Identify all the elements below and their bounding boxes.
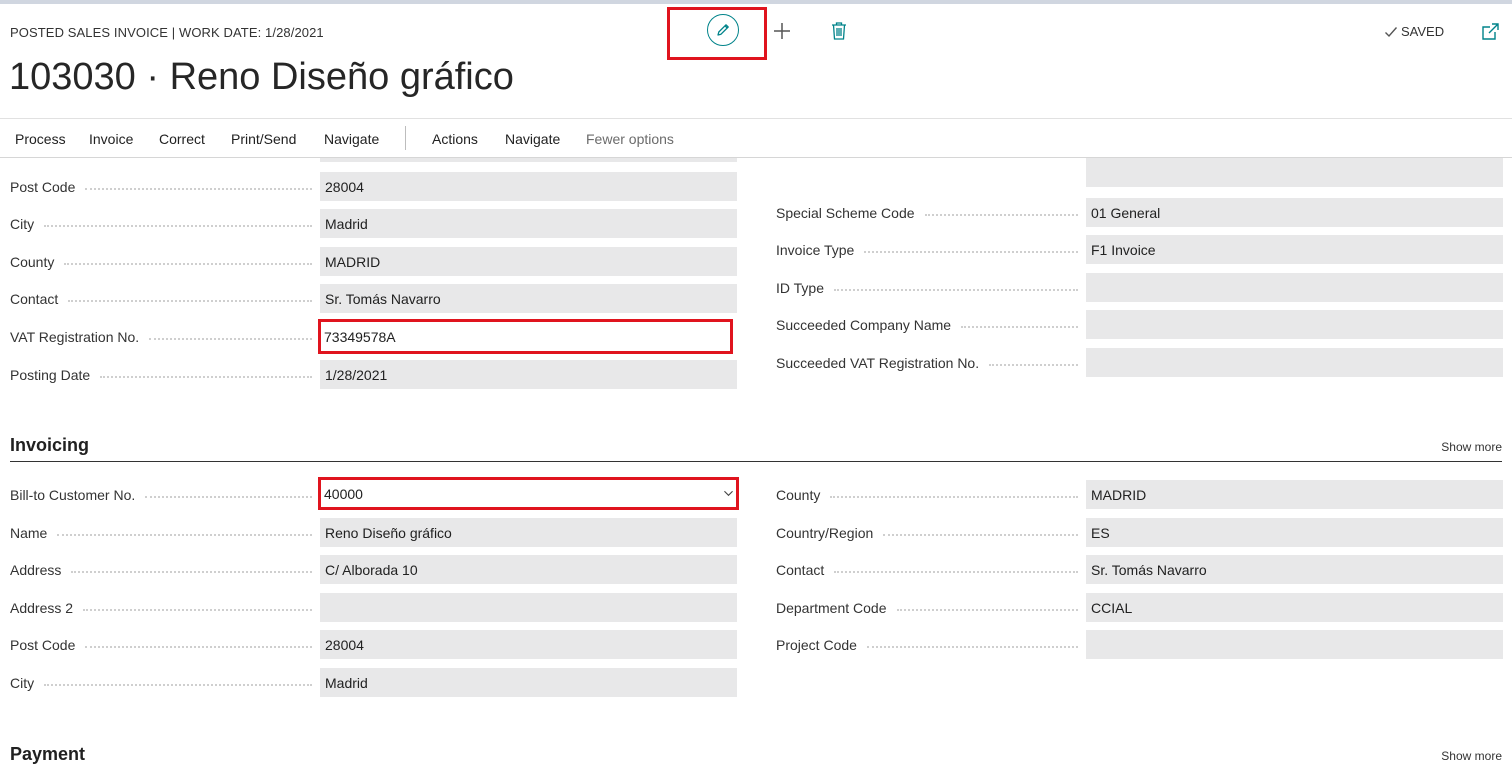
label-succeeded-vat-registration-no: Succeeded VAT Registration No.	[776, 353, 1086, 373]
checkmark-icon	[1385, 26, 1398, 37]
address-2-field[interactable]	[320, 593, 737, 622]
project-code-field[interactable]	[1086, 630, 1503, 659]
vat-registration-no-field[interactable]: 73349578A	[318, 319, 733, 354]
section-divider	[10, 461, 1502, 462]
page-caption: POSTED SALES INVOICE | WORK DATE: 1/28/2…	[10, 25, 324, 40]
label-invoicing-county: County	[776, 485, 1086, 505]
label-address: Address	[10, 560, 320, 580]
label-vat-registration-no: VAT Registration No.	[10, 327, 320, 347]
action-invoice[interactable]: Invoice	[89, 131, 133, 147]
label-county: County	[10, 252, 320, 272]
action-separator	[405, 126, 406, 150]
action-bar: Process Invoice Correct Print/Send Navig…	[0, 118, 1512, 158]
invoicing-post-code-field[interactable]: 28004	[320, 630, 737, 659]
action-navigate-2[interactable]: Navigate	[505, 131, 560, 147]
payment-show-more-link[interactable]: Show more	[1441, 749, 1502, 763]
label-invoice-type: Invoice Type	[776, 240, 1086, 260]
section-title-invoicing[interactable]: Invoicing	[10, 435, 89, 456]
label-contact: Contact	[10, 289, 320, 309]
bill-to-customer-no-dropdown[interactable]: 40000	[318, 477, 739, 510]
edit-button-highlight	[667, 7, 767, 60]
label-address-2: Address 2	[10, 598, 320, 618]
department-code-field[interactable]: CCIAL	[1086, 593, 1503, 622]
id-type-field[interactable]	[1086, 273, 1503, 302]
action-fewer-options[interactable]: Fewer options	[586, 131, 674, 147]
label-invoicing-contact: Contact	[776, 560, 1086, 580]
section-title-payment[interactable]: Payment	[10, 744, 85, 765]
name-field[interactable]: Reno Diseño gráfico	[320, 518, 737, 547]
trash-icon[interactable]	[831, 21, 847, 41]
label-bill-to-customer-no: Bill-to Customer No.	[10, 485, 320, 505]
address-field[interactable]: C/ Alborada 10	[320, 555, 737, 584]
label-country-region: Country/Region	[776, 523, 1086, 543]
invoicing-city-field[interactable]: Madrid	[320, 668, 737, 697]
invoice-type-field[interactable]: F1 Invoice	[1086, 235, 1503, 264]
label-succeeded-company-name: Succeeded Company Name	[776, 315, 1086, 335]
label-name: Name	[10, 523, 320, 543]
country-region-field[interactable]: ES	[1086, 518, 1503, 547]
label-department-code: Department Code	[776, 598, 1086, 618]
post-code-field[interactable]: 28004	[320, 172, 737, 201]
action-actions[interactable]: Actions	[432, 131, 478, 147]
saved-label: SAVED	[1401, 24, 1445, 39]
label-invoicing-city: City	[10, 673, 320, 693]
action-correct[interactable]: Correct	[159, 131, 205, 147]
action-process[interactable]: Process	[15, 131, 66, 147]
invoicing-county-field[interactable]: MADRID	[1086, 480, 1503, 509]
invoicing-show-more-link[interactable]: Show more	[1441, 440, 1502, 454]
action-print-send[interactable]: Print/Send	[231, 131, 296, 147]
field-partial-top-right	[1086, 158, 1503, 187]
label-project-code: Project Code	[776, 635, 1086, 655]
special-scheme-code-field[interactable]: 01 General	[1086, 198, 1503, 227]
label-id-type: ID Type	[776, 278, 1086, 298]
city-field[interactable]: Madrid	[320, 209, 737, 238]
succeeded-company-name-field[interactable]	[1086, 310, 1503, 339]
field-partial-top-left	[320, 158, 737, 162]
posting-date-field[interactable]: 1/28/2021	[320, 360, 737, 389]
open-in-new-window-icon[interactable]	[1480, 22, 1500, 42]
plus-icon[interactable]	[772, 20, 792, 42]
label-city: City	[10, 214, 320, 234]
label-posting-date: Posting Date	[10, 365, 320, 385]
action-navigate[interactable]: Navigate	[324, 131, 379, 147]
contact-field[interactable]: Sr. Tomás Navarro	[320, 284, 737, 313]
label-post-code: Post Code	[10, 177, 320, 197]
top-accent-line	[0, 0, 1512, 4]
label-invoicing-post-code: Post Code	[10, 635, 320, 655]
bill-to-customer-no-value: 40000	[324, 485, 363, 502]
label-special-scheme-code: Special Scheme Code	[776, 203, 1086, 223]
chevron-down-icon[interactable]	[724, 489, 733, 498]
page-title: 103030 · Reno Diseño gráfico	[9, 56, 514, 98]
county-field[interactable]: MADRID	[320, 247, 737, 276]
invoicing-contact-field[interactable]: Sr. Tomás Navarro	[1086, 555, 1503, 584]
succeeded-vat-registration-no-field[interactable]	[1086, 348, 1503, 377]
saved-status: SAVED	[1384, 24, 1444, 39]
